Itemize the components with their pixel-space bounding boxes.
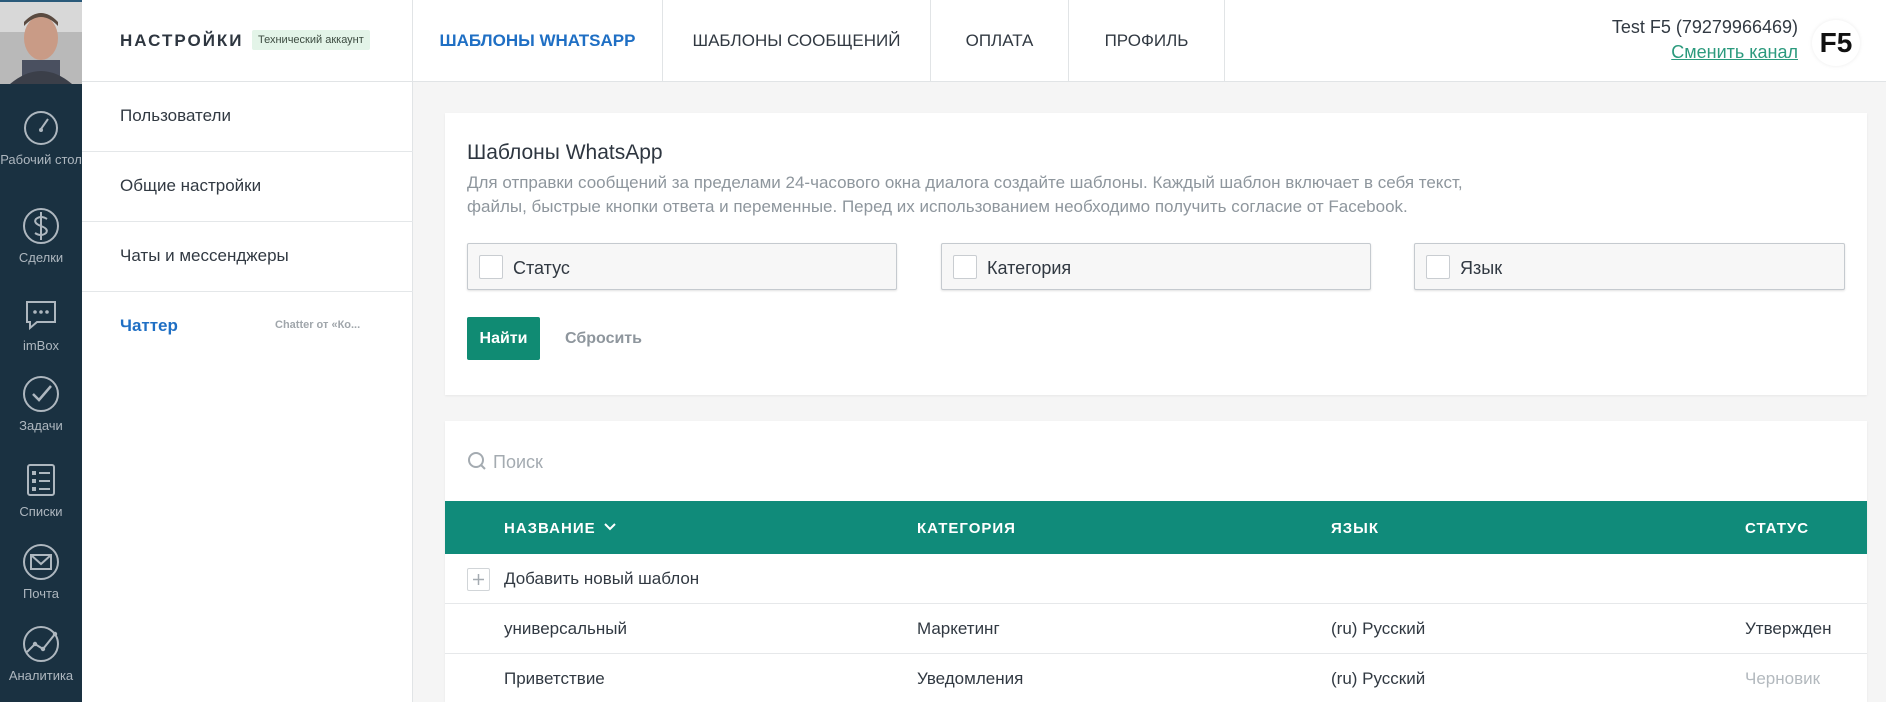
add-template-row[interactable]: Добавить новый шаблон (445, 554, 1867, 604)
table-header: НАЗВАНИЕ КАТЕГОРИЯ ЯЗЫК СТАТУС (445, 501, 1867, 554)
template-status: Утвержден (1745, 619, 1832, 638)
column-header-name[interactable]: НАЗВАНИЕ (504, 520, 616, 537)
column-header-status[interactable]: СТАТУС (1745, 520, 1809, 537)
nav-item-tasks[interactable]: Задачи (0, 374, 82, 433)
filter-label: Язык (1460, 258, 1503, 278)
language-filter[interactable]: Язык (1414, 243, 1845, 290)
user-name: Test F5 (79279966469) (1611, 17, 1798, 37)
dashboard-icon (21, 108, 61, 148)
table-row[interactable]: Приветствие Уведомления (ru) Русский Чер… (445, 654, 1867, 702)
template-category: Маркетинг (917, 619, 1000, 638)
tab-label: Профиль (1104, 31, 1189, 50)
top-bar: Шаблоны WhatsApp Шаблоны сообщений Оплат… (413, 0, 1886, 82)
nav-item-dashboard[interactable]: Рабочий стол (0, 108, 82, 167)
sidebar-item-label: Чаты и мессенджеры (120, 246, 289, 265)
mail-icon (21, 542, 61, 582)
change-channel-link[interactable]: Сменить канал (1671, 42, 1798, 63)
category-filter-checkbox[interactable] (953, 255, 977, 279)
find-button[interactable]: Найти (467, 317, 540, 360)
nav-item-label: Сделки (18, 250, 64, 265)
tab-message-templates[interactable]: Шаблоны сообщений (663, 0, 931, 81)
reset-button[interactable]: Сбросить (565, 330, 642, 348)
template-status: Черновик (1745, 669, 1821, 688)
nav-item-deals[interactable]: Сделки (0, 206, 82, 265)
templates-table-card: Поиск НАЗВАНИЕ КАТЕГОРИЯ ЯЗЫК СТАТУС Доб… (445, 421, 1867, 702)
tab-payment[interactable]: Оплата (931, 0, 1069, 81)
nav-item-label: Почта (22, 586, 60, 601)
sidebar-item-chats-messengers[interactable]: Чаты и мессенджеры (82, 222, 413, 292)
account-badge: Технический аккаунт (252, 30, 370, 50)
add-template-label: Добавить новый шаблон (504, 569, 700, 588)
status-filter-checkbox[interactable] (479, 255, 503, 279)
nav-item-mail[interactable]: Почта (0, 542, 82, 601)
sidebar-item-chatter[interactable]: Чаттер Chatter от «Ко... (82, 292, 413, 362)
sidebar-item-users[interactable]: Пользователи (82, 82, 413, 152)
sidebar-item-label: Чаттер (120, 316, 178, 335)
main-navigation: Рабочий стол Сделки imBox Задачи Списки … (0, 0, 82, 702)
analytics-icon (21, 624, 61, 664)
tab-label: Оплата (965, 31, 1034, 50)
sidebar-title: НАСТРОЙКИ (120, 31, 244, 50)
template-name: Приветствие (504, 669, 605, 688)
language-filter-checkbox[interactable] (1426, 255, 1450, 279)
list-icon (21, 460, 61, 500)
filter-label: Статус (513, 258, 570, 278)
tab-whatsapp-templates[interactable]: Шаблоны WhatsApp (413, 0, 663, 81)
brand-logo: F5 (1812, 20, 1860, 66)
sidebar-header: НАСТРОЙКИ Технический аккаунт (82, 0, 413, 82)
search-input[interactable]: Поиск (467, 451, 543, 473)
nav-item-label: Задачи (19, 418, 63, 433)
avatar[interactable] (0, 2, 82, 84)
tab-label: Шаблоны сообщений (692, 31, 901, 50)
template-language: (ru) Русский (1331, 619, 1426, 638)
nav-item-label: Списки (19, 504, 63, 519)
sidebar-item-label: Пользователи (120, 106, 231, 125)
sidebar-item-sublabel: Chatter от «Ко... (275, 319, 361, 331)
tab-label: Шаблоны WhatsApp (439, 31, 636, 50)
sidebar-item-label: Общие настройки (120, 176, 262, 195)
nav-item-analytics[interactable]: Аналитика (0, 624, 82, 683)
chat-bubble-icon (21, 294, 61, 334)
template-language: (ru) Русский (1331, 669, 1426, 688)
nav-item-imbox[interactable]: imBox (0, 294, 82, 353)
plus-icon[interactable] (467, 568, 490, 591)
nav-item-label: Рабочий стол (0, 152, 82, 167)
status-filter[interactable]: Статус (467, 243, 897, 290)
tab-profile[interactable]: Профиль (1069, 0, 1225, 81)
sidebar-item-general-settings[interactable]: Общие настройки (82, 152, 413, 222)
filters-card: Шаблоны WhatsApp Для отправки сообщений … (445, 113, 1867, 395)
table-row[interactable]: универсальный Маркетинг (ru) Русский Утв… (445, 604, 1867, 654)
filter-label: Категория (987, 258, 1072, 278)
chevron-down-icon (603, 522, 616, 532)
template-name: универсальный (504, 619, 627, 638)
nav-item-label: imBox (22, 338, 60, 353)
category-filter[interactable]: Категория (941, 243, 1371, 290)
column-header-language[interactable]: ЯЗЫК (1331, 520, 1379, 537)
search-icon (467, 451, 487, 471)
column-label: НАЗВАНИЕ (504, 520, 596, 537)
nav-item-label: Аналитика (8, 668, 74, 683)
dollar-icon (21, 206, 61, 246)
card-description: Для отправки сообщений за пределами 24-ч… (467, 173, 1463, 216)
search-placeholder: Поиск (493, 452, 543, 472)
template-category: Уведомления (917, 669, 1024, 688)
settings-sidebar: НАСТРОЙКИ Технический аккаунт Пользовате… (82, 0, 413, 702)
card-title: Шаблоны WhatsApp (467, 141, 663, 164)
nav-item-lists[interactable]: Списки (0, 460, 82, 519)
column-header-category[interactable]: КАТЕГОРИЯ (917, 520, 1016, 537)
checkmark-icon (21, 374, 61, 414)
